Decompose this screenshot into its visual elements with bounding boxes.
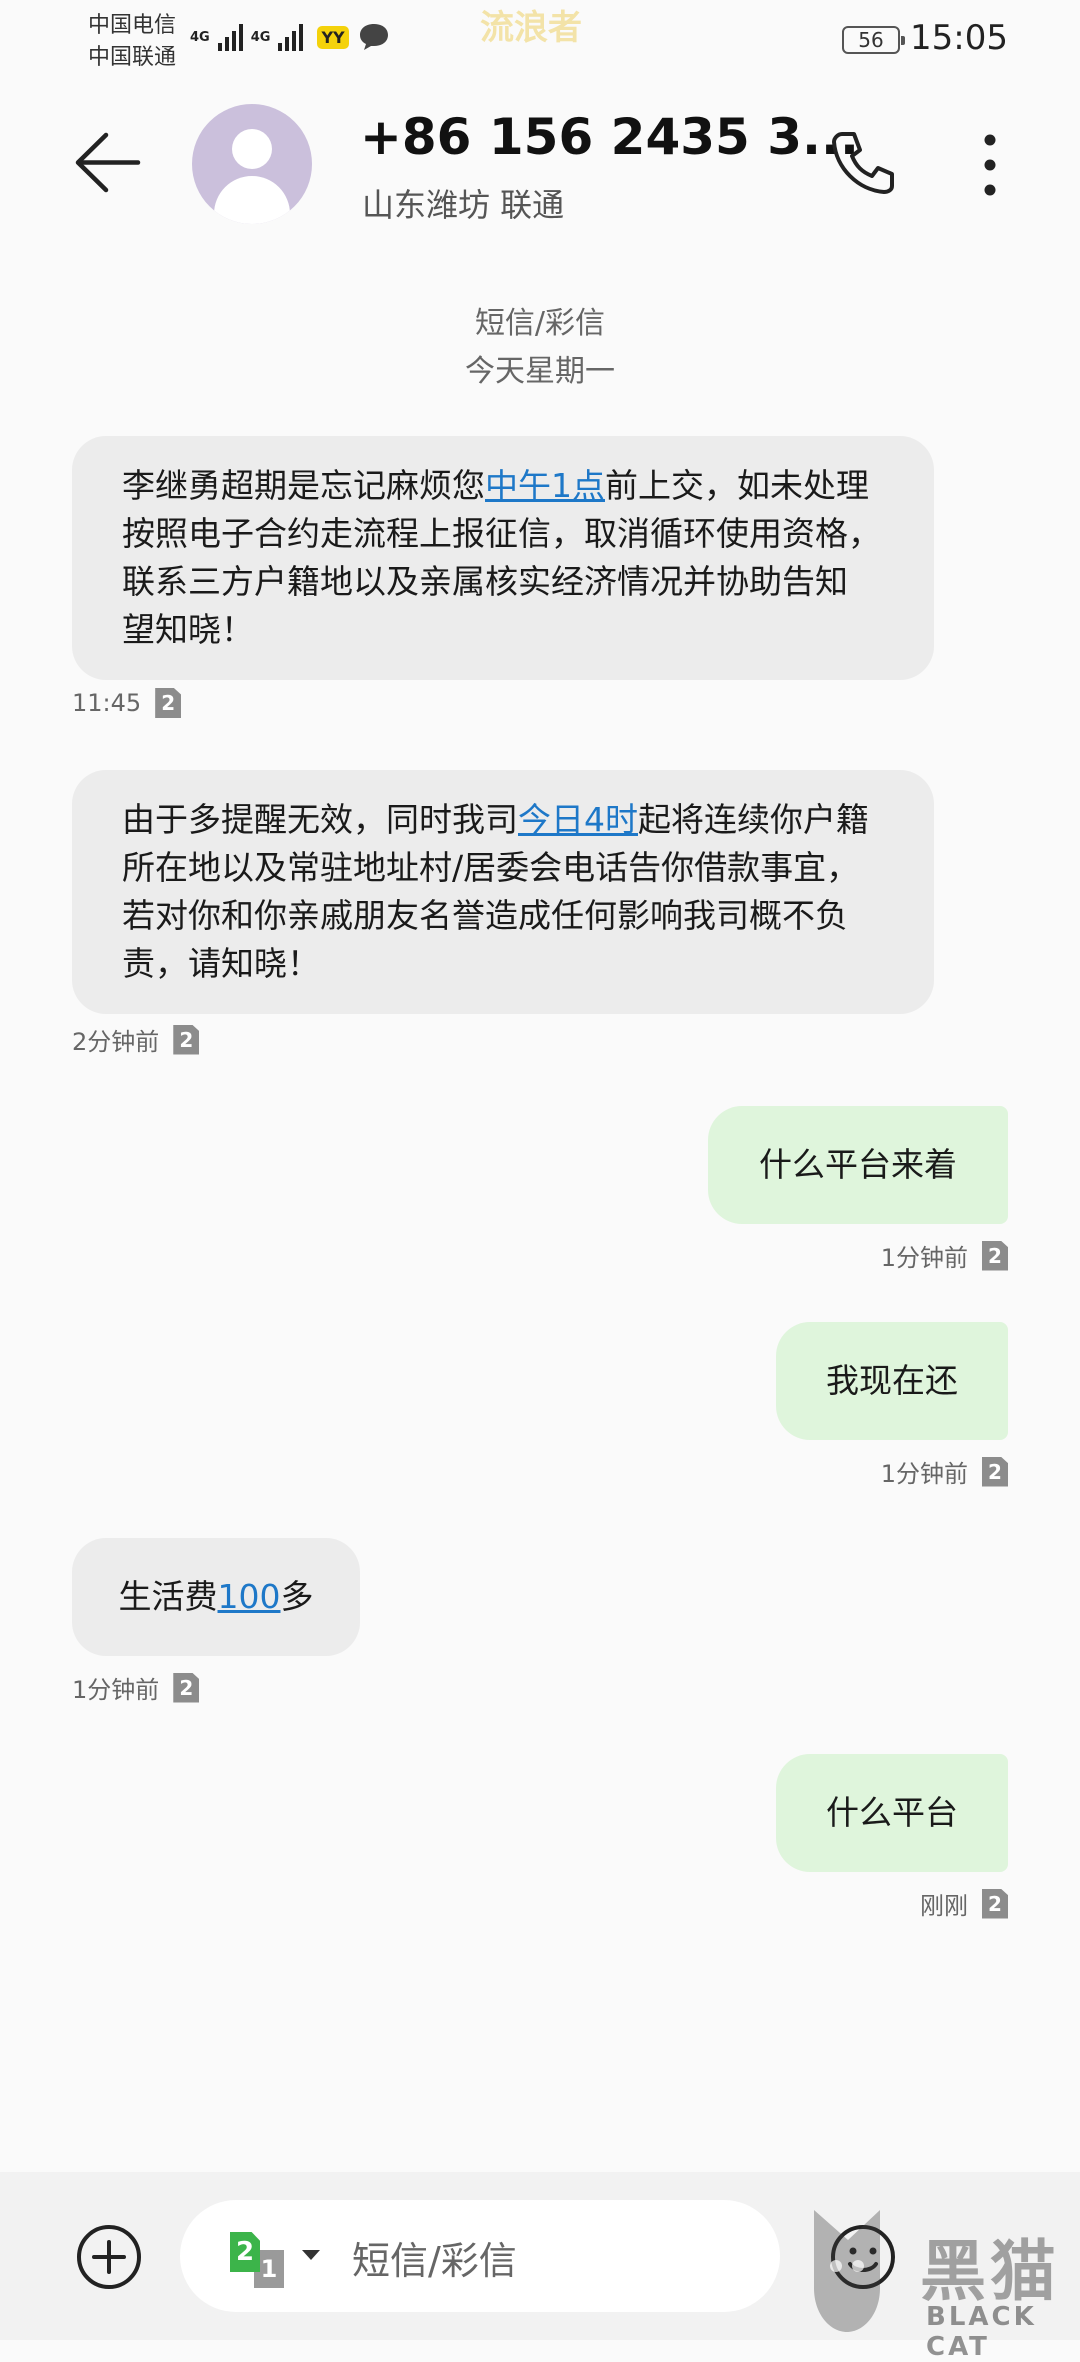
avatar[interactable]	[192, 104, 312, 224]
watermark-text: 流浪者	[480, 8, 582, 48]
message-input-placeholder: 短信/彩信	[352, 2239, 517, 2283]
sim-2-icon: 2	[982, 1456, 1008, 1487]
status-icons: 4G 4G YY	[190, 20, 391, 54]
carrier-labels: 中国电信 中国联通	[88, 10, 176, 74]
message-meta: 1分钟前 2	[881, 1238, 1008, 1273]
yy-app-icon: YY	[317, 25, 349, 49]
clock: 15:05	[910, 18, 1008, 58]
time-link[interactable]: 今日4时	[518, 800, 638, 839]
message-bubble-outgoing[interactable]: 什么平台	[776, 1754, 1008, 1872]
message-meta: 1分钟前 2	[72, 1670, 200, 1705]
time-link[interactable]: 中午1点	[485, 466, 605, 505]
message-meta: 11:45 2	[72, 688, 182, 718]
sim-2-icon: 2	[982, 1888, 1008, 1919]
battery-icon: 56	[842, 26, 905, 54]
sim-selector[interactable]: 1 2	[230, 2232, 284, 2288]
channel-label: 短信/彩信	[474, 306, 606, 341]
add-icon[interactable]	[74, 2222, 144, 2292]
carrier-1: 中国电信	[88, 13, 177, 38]
number-link[interactable]: 100	[218, 1577, 281, 1616]
message-time: 1分钟前	[880, 1244, 968, 1272]
sim-2-icon: 2	[173, 1672, 200, 1703]
chevron-down-icon[interactable]	[302, 2250, 320, 2260]
sim-2-icon: 2	[982, 1240, 1008, 1271]
message-bubble-incoming[interactable]: 由于多提醒无效，同时我司今日4时起将连续你户籍所在地以及常驻地址村/居委会电话告…	[72, 770, 934, 1014]
back-arrow-icon[interactable]	[70, 125, 145, 200]
sim-2-icon: 2	[173, 1024, 200, 1055]
sim-active-icon: 2	[230, 2232, 260, 2272]
signal-2-icon	[278, 23, 304, 51]
network-type-1: 4G	[190, 29, 210, 45]
message-bubble-incoming[interactable]: 李继勇超期是忘记麻烦您中午1点前上交，如未处理按照电子合约走流程上报征信，取消循…	[72, 436, 934, 680]
message-meta: 1分钟前 2	[881, 1454, 1008, 1489]
message-meta: 刚刚 2	[920, 1886, 1008, 1921]
contact-location: 山东潍坊 联通	[362, 186, 565, 224]
message-time: 11:45	[72, 689, 142, 717]
sim-2-icon: 2	[155, 688, 182, 718]
status-bar: 中国电信 中国联通 4G 4G YY 流浪者 56 15:05	[0, 0, 1080, 80]
message-time: 刚刚	[920, 1892, 968, 1920]
contact-name: +86 156 2435 3...	[360, 108, 859, 166]
signal-1-icon	[217, 23, 243, 51]
message-meta: 2分钟前 2	[72, 1022, 200, 1057]
message-time: 1分钟前	[880, 1460, 968, 1488]
message-bubble-outgoing[interactable]: 我现在还	[776, 1322, 1008, 1440]
message-bubble-incoming[interactable]: 生活费100多	[72, 1538, 360, 1656]
chat-notification-icon	[359, 24, 388, 50]
network-type-2: 4G	[250, 29, 271, 45]
message-bubble-outgoing[interactable]: 什么平台来着	[708, 1106, 1008, 1224]
watermark-logo-text: 黑猫	[920, 2233, 1060, 2310]
more-vertical-icon[interactable]	[960, 130, 1020, 200]
message-time: 2分钟前	[72, 1028, 160, 1056]
watermark-logo-subtext: BLACK CAT	[926, 2302, 1037, 2362]
carrier-2: 中国联通	[88, 45, 177, 70]
phone-icon[interactable]	[828, 128, 898, 198]
message-time: 1分钟前	[72, 1676, 160, 1704]
date-label: 今天星期一	[465, 354, 615, 389]
